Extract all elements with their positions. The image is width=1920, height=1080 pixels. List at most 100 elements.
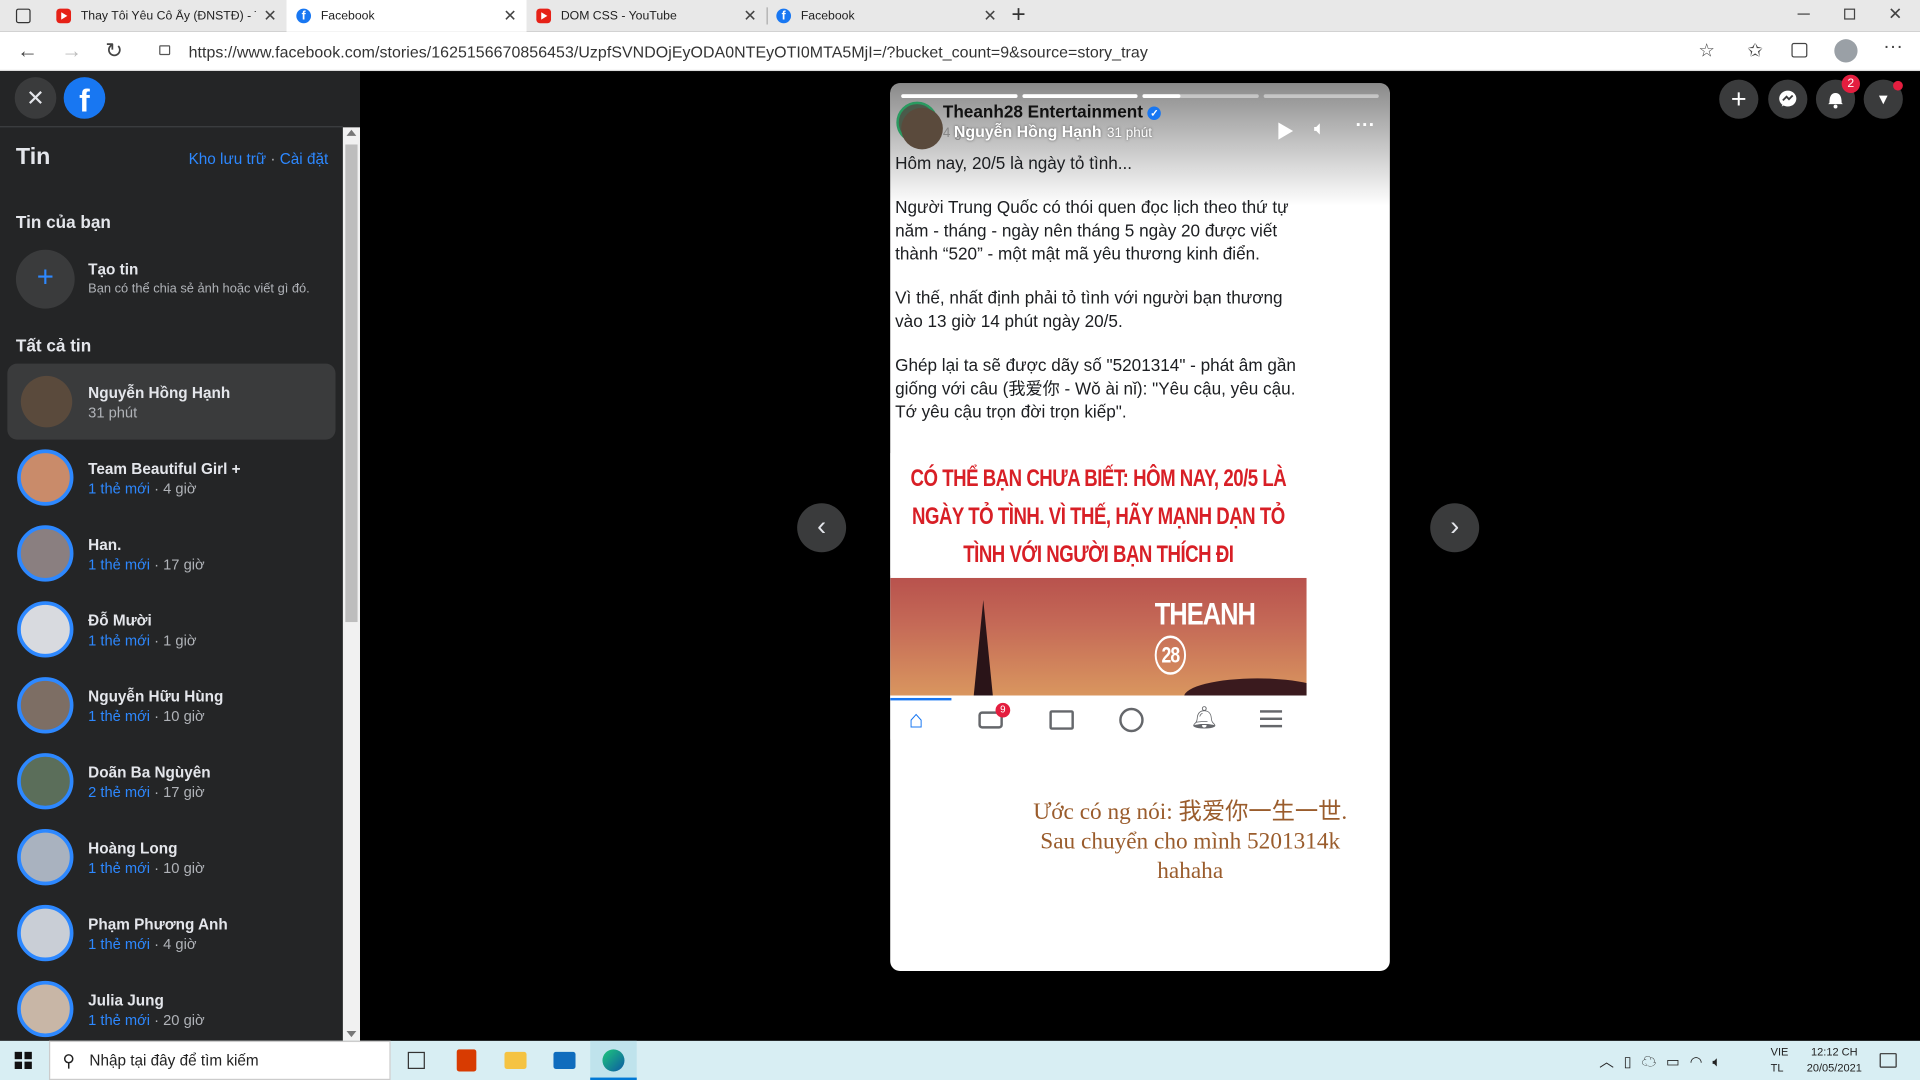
video-badge: 9: [995, 702, 1011, 718]
forward-button[interactable]: →: [61, 39, 82, 63]
edge-logo: [602, 1049, 625, 1072]
close-window-button[interactable]: ✕: [1888, 4, 1902, 25]
story-meta: 1 thẻ mới · 20 giờ: [88, 1011, 204, 1028]
story-list-item[interactable]: Julia Jung 1 thẻ mới · 20 giờ: [7, 971, 335, 1047]
sidebar-scrollbar[interactable]: [342, 127, 361, 1041]
avatar: [17, 828, 74, 886]
scroll-up-arrow[interactable]: [346, 129, 357, 136]
windows-taskbar: ⚲ Nhập tại đây để tìm kiếm ︿▯☁▭◠🔈︎ VIE T…: [0, 1040, 1920, 1080]
taskbar-search-input[interactable]: ⚲ Nhập tại đây để tìm kiếm: [48, 1040, 391, 1080]
action-center-icon[interactable]: [1879, 1053, 1897, 1068]
new-count: 1 thẻ mới: [88, 859, 151, 877]
archive-link[interactable]: Kho lưu trữ: [189, 151, 267, 168]
new-tab-button[interactable]: +: [1011, 1, 1025, 29]
watermark-text: THEANH: [1154, 595, 1256, 632]
sidebar-title: Tin: [15, 144, 51, 171]
new-count: 1 thẻ mới: [88, 1011, 151, 1029]
archive-settings-links: Kho lưu trữ · Cài đặt: [189, 151, 329, 168]
menu-icon[interactable]: [1260, 710, 1283, 728]
url-field[interactable]: https://www.facebook.com/stories/1625156…: [189, 43, 1148, 61]
home-icon[interactable]: ⌂: [909, 708, 924, 732]
story-list-item[interactable]: Phạm Phương Anh 1 thẻ mới · 4 giờ: [7, 895, 335, 971]
refresh-button[interactable]: ↻: [105, 39, 122, 63]
story-card[interactable]: Theanh28 Entertainment ✓ 4 giờ Nguyễn Hồ…: [890, 83, 1390, 972]
progress-segment: [1263, 94, 1379, 98]
tab-title: Facebook: [800, 9, 855, 23]
clock[interactable]: 12:12 CH 20/05/2021: [1800, 1044, 1869, 1076]
story-list-item[interactable]: Team Beautiful Girl + 1 thẻ mới · 4 giờ: [7, 440, 335, 516]
window-menu-icon[interactable]: [15, 8, 31, 24]
facebook-icon: f: [296, 8, 312, 24]
next-story-button[interactable]: ›: [1430, 503, 1480, 553]
tab-close-icon[interactable]: ✕: [983, 6, 996, 26]
tab-close-icon[interactable]: ✕: [743, 6, 756, 26]
windows-start-icon[interactable]: [14, 1051, 32, 1069]
settings-link[interactable]: Cài đặt: [280, 151, 329, 168]
browser-tab-4[interactable]: f Facebook ✕: [767, 0, 1007, 32]
browser-tab-1[interactable]: Thay Tôi Yêu Cô Ấy (ĐNSTĐ) - Thanh Hưng …: [47, 0, 287, 32]
marketplace-icon[interactable]: [1049, 710, 1074, 730]
win-tile: [14, 1051, 23, 1060]
story-list-item[interactable]: Doãn Ba Ngùyên 2 thẻ mới · 17 giờ: [7, 743, 335, 819]
browser-tab-2[interactable]: f Facebook ✕: [286, 0, 527, 32]
page-name-text: Theanh28 Entertainment: [942, 101, 1143, 122]
story-age: · 4 giờ: [150, 480, 197, 498]
edge-browser-icon[interactable]: [590, 1040, 637, 1080]
scroll-down-arrow[interactable]: [346, 1031, 357, 1038]
minimize-button[interactable]: [1797, 13, 1810, 15]
story-author[interactable]: Nguyễn Hồng Hạnh: [954, 122, 1102, 140]
story-progress: [901, 94, 1379, 98]
tab-close-icon[interactable]: ✕: [263, 6, 276, 26]
create-story-title: Tạo tin: [88, 260, 139, 278]
file-explorer-icon[interactable]: [504, 1051, 527, 1069]
story-list-item[interactable]: Nguyễn Hữu Hùng 1 thẻ mới · 10 giờ: [7, 667, 335, 743]
office-icon[interactable]: [456, 1049, 477, 1072]
task-view-icon[interactable]: [407, 1051, 425, 1069]
lock-icon[interactable]: [159, 45, 171, 56]
scrollbar-thumb[interactable]: [345, 144, 358, 623]
story-age: · 17 giờ: [150, 555, 205, 574]
messenger-icon[interactable]: [1768, 79, 1808, 119]
watermark-number: 28: [1154, 635, 1187, 675]
progress-fill: [1021, 94, 1138, 98]
bell-icon[interactable]: 🔔︎: [1190, 705, 1218, 731]
browser-tab-3[interactable]: DOM CSS - YouTube ✕: [527, 0, 767, 32]
win-tile: [14, 1061, 23, 1069]
story-list-item[interactable]: Hoàng Long 1 thẻ mới · 10 giờ: [7, 819, 335, 895]
avatar: [17, 677, 74, 734]
story-list-item[interactable]: Han. 1 thẻ mới · 17 giờ: [7, 516, 335, 592]
language-indicator[interactable]: VIE TL: [1771, 1044, 1789, 1076]
add-favorite-icon[interactable]: ☆: [1698, 39, 1714, 61]
progress-segment: [1142, 94, 1259, 98]
favorites-icon[interactable]: ✩: [1747, 39, 1762, 61]
story-time: 31 phút: [1107, 126, 1152, 141]
create-story-item[interactable]: + Tạo tin Bạn có thể chia sẻ ảnh hoặc vi…: [7, 242, 335, 315]
story-author-name: Phạm Phương Anh: [88, 915, 228, 934]
story-list-item[interactable]: Nguyễn Hồng Hạnh 31 phút: [7, 363, 336, 440]
previous-story-button[interactable]: ‹: [797, 503, 847, 553]
story-list-item[interactable]: Đỗ Mười 1 thẻ mới · 1 giờ: [7, 591, 335, 667]
system-tray-icons[interactable]: ︿▯☁▭◠🔈︎: [1599, 1051, 1731, 1072]
divider: [0, 126, 343, 128]
groups-icon[interactable]: [1119, 707, 1144, 733]
clock-time: 12:12 CH: [1811, 1045, 1858, 1058]
close-stories-button[interactable]: ✕: [14, 77, 57, 119]
banner-image: CÓ THỂ BẠN CHƯA BIẾT: HÔM NAY, 20/5 LÀ N…: [890, 453, 1307, 576]
settings-more-icon[interactable]: ···: [1883, 37, 1903, 59]
profile-avatar[interactable]: [1834, 39, 1858, 63]
story-author-name: Team Beautiful Girl +: [88, 460, 241, 478]
verified-icon: ✓: [1147, 106, 1162, 121]
author-avatar[interactable]: [901, 107, 943, 150]
more-options-icon[interactable]: ···: [1356, 115, 1376, 137]
create-button[interactable]: +: [1719, 79, 1759, 119]
restore-button[interactable]: [1844, 8, 1856, 20]
collections-icon[interactable]: [1791, 42, 1808, 58]
facebook-logo-icon[interactable]: f: [63, 77, 106, 119]
watermark: THEANH 28: [1154, 595, 1276, 675]
play-icon[interactable]: [1278, 122, 1294, 140]
banner-text: CÓ THỂ BẠN CHƯA BIẾT: HÔM NAY, 20/5 LÀ N…: [910, 465, 1287, 569]
back-button[interactable]: ←: [17, 39, 38, 63]
tab-close-icon[interactable]: ✕: [503, 6, 516, 26]
mail-icon[interactable]: [553, 1051, 576, 1069]
volume-icon[interactable]: 🔈︎: [1314, 119, 1326, 141]
